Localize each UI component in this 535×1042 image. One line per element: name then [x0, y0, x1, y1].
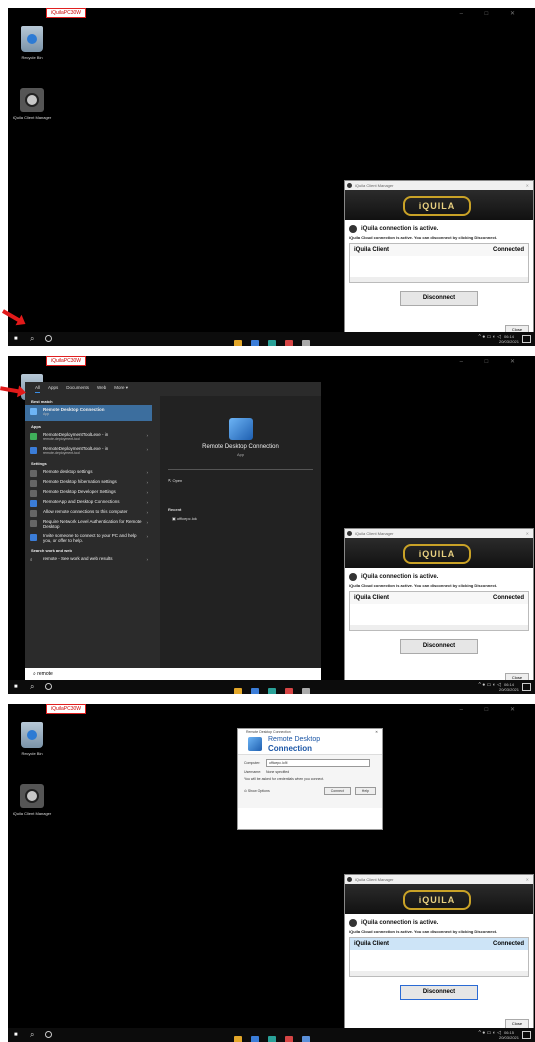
list-item[interactable]: RemoteDeploymentToolLexe - in remote-depl…	[25, 430, 152, 444]
system-tray[interactable]: ^ ● ▭ ◐ ◁	[478, 334, 501, 340]
list-item[interactable]: Require Network Level Authentication for…	[25, 517, 152, 531]
show-options-toggle[interactable]: ⊙ Show Options	[244, 789, 270, 793]
list-item[interactable]: Remote Desktop Developer Settings ›	[25, 487, 152, 497]
screen-1: iQuilaPC30W – □ ✕ Recycle Bin iQuila Cli…	[8, 8, 535, 346]
search-icon[interactable]: ⌕	[30, 334, 34, 344]
windows-start-icon[interactable]: ■	[14, 336, 18, 342]
connection-list[interactable]: iQuila Client Connected	[349, 243, 529, 283]
search-input[interactable]: ⌕ remote	[25, 668, 321, 680]
list-scrollbar[interactable]	[350, 277, 528, 282]
search-icon[interactable]: ⌕	[30, 1030, 34, 1040]
list-item[interactable]: Allow remote connections to this compute…	[25, 507, 152, 517]
best-match-rdc[interactable]: Remote Desktop Connection App	[25, 405, 152, 421]
rdc-dialog: Remote Desktop Connection ✕ Remote Deskto…	[237, 728, 383, 830]
results-list: Best match Remote Desktop Connection App …	[25, 396, 152, 668]
screen-2: iQuilaPC30W – □ ✕ All Apps Documents Web Mor…	[8, 356, 535, 694]
rdc-large-icon	[228, 418, 253, 440]
pinned-apps[interactable]	[234, 335, 319, 346]
computer-input[interactable]: officepc.lo9l	[266, 759, 370, 767]
iquila-window: iQuila Client Manager ✕ iQUILA iQuila con…	[344, 180, 534, 340]
start-menu: All Apps Documents Web More ▾ Best match Rem…	[25, 382, 321, 680]
windows-start-icon[interactable]: ■	[14, 684, 18, 690]
notification-icon[interactable]	[522, 335, 531, 343]
taskbar: ■ ⌕ ^ ● ▭ ◐ ◁ 06:14 20/03/2021	[8, 332, 535, 346]
connection-status: iQuila connection is active.	[349, 225, 533, 233]
iquila-window: iQuila Client Manager ✕ iQUILA iQuila con…	[344, 874, 534, 1034]
window-controls[interactable]: – □ ✕	[460, 10, 525, 17]
list-item[interactable]: Remote Desktop hibernation settings ›	[25, 477, 152, 487]
screen-3: iQuilaPC30W – □ ✕ Recycle Bin iQuila Cli…	[8, 704, 535, 1042]
search-icon[interactable]: ⌕	[30, 682, 34, 692]
windows-start-icon[interactable]: ■	[14, 1032, 18, 1038]
web-result[interactable]: ⌕ remote - See work and web results ›	[25, 554, 152, 564]
list-item[interactable]: RemoteApp and Desktop Connections ›	[25, 497, 152, 507]
disconnect-button[interactable]: Disconnect	[400, 985, 478, 1000]
recent-item[interactable]: ▣ officepc.lok	[172, 516, 321, 521]
task-view-icon[interactable]	[45, 335, 52, 342]
disconnect-button[interactable]: Disconnect	[400, 639, 478, 654]
help-button[interactable]: Help	[354, 787, 376, 795]
recycle-bin-icon[interactable]: Recycle Bin	[12, 26, 52, 60]
status-subtext: iQuila Cloud connection is active. You c…	[349, 235, 498, 240]
rdc-logo-icon	[248, 737, 262, 751]
connect-button[interactable]: Connect	[323, 787, 351, 795]
iquila-status-icon	[349, 225, 357, 233]
taskbar: ■ ⌕ ^ ● ▭ ◐ ◁ 06:14 20/03/2021	[8, 680, 535, 694]
iquila-banner: iQUILA	[345, 190, 533, 220]
iquila-logo: iQUILA	[403, 196, 471, 216]
recycle-bin-icon[interactable]: Recycle Bin	[12, 722, 52, 756]
iquila-manager-icon[interactable]: iQuila Client Manager	[12, 88, 52, 120]
clock[interactable]: 06:14 20/03/2021	[499, 334, 519, 344]
iquila-manager-icon[interactable]: iQuila Client Manager	[12, 784, 52, 816]
open-action[interactable]: ⇱ Open	[168, 478, 321, 483]
list-item[interactable]: RemoteDeploymentToolLexe - in remote-depl…	[25, 444, 152, 458]
list-item[interactable]: Remote desktop settings ›	[25, 467, 152, 477]
close-icon[interactable]: ✕	[375, 729, 378, 736]
iquila-window: iQuila Client Manager ✕ iQUILA iQuila con…	[344, 528, 534, 688]
disconnect-button[interactable]: Disconnect	[400, 291, 478, 306]
list-item[interactable]: Invite someone to connect to your PC and…	[25, 531, 152, 545]
result-preview: Remote Desktop Connection App ⇱ Open Rec…	[160, 396, 321, 668]
rdc-icon	[30, 408, 37, 415]
search-tabs[interactable]: All Apps Documents Web More ▾	[25, 382, 321, 394]
window-title-tag: iQuilaPC30W	[46, 8, 87, 18]
